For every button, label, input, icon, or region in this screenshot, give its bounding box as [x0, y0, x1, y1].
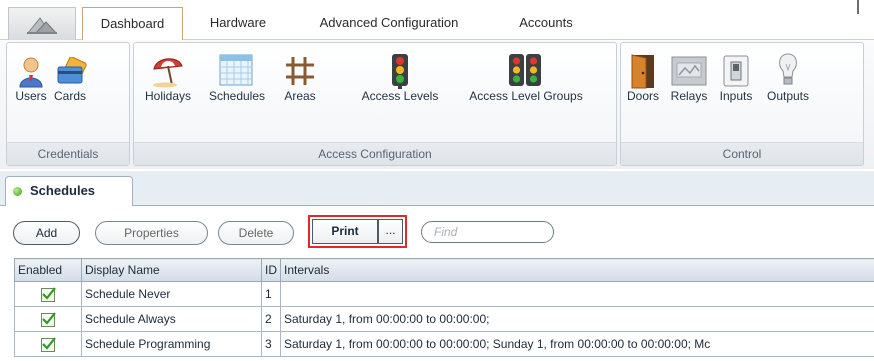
relay-icon [671, 56, 707, 86]
column-header-id[interactable]: ID [261, 258, 281, 282]
enabled-checkbox[interactable] [41, 336, 56, 352]
print-options-button[interactable]: ... [378, 219, 403, 244]
column-header-enabled[interactable]: Enabled [14, 258, 82, 282]
table-row[interactable]: Schedule Always 2 Saturday 1, from 00:00… [14, 306, 874, 332]
outputs-label: Outputs [766, 89, 810, 103]
areas-label: Areas [284, 89, 316, 103]
main-tab-strip: Dashboard Hardware Advanced Configuratio… [0, 0, 874, 41]
door-icon [631, 54, 654, 89]
intervals-cell [280, 281, 874, 307]
tab-hardware[interactable]: Hardware [195, 7, 281, 40]
users-label: Users [15, 89, 47, 103]
enabled-checkbox[interactable] [41, 286, 56, 302]
card-icon [57, 57, 87, 84]
table-row[interactable]: Schedule Programming 3 Saturday 1, from … [14, 331, 874, 357]
find-input[interactable] [421, 221, 554, 243]
properties-button[interactable]: Properties [95, 221, 208, 245]
traffic-lights-group-icon [509, 54, 541, 86]
holidays-label: Holidays [144, 89, 192, 103]
tab-dashboard[interactable]: Dashboard [82, 7, 183, 41]
app-menu-icon [26, 17, 58, 34]
ribbon-group-access-configuration: Holidays Schedules Areas Access Levels A… [133, 42, 617, 166]
light-bulb-icon [779, 53, 797, 85]
holiday-umbrella-icon [153, 58, 183, 88]
grid-area-icon [286, 57, 314, 85]
document-tab-bar: Schedules [0, 171, 874, 206]
id-cell: 2 [261, 306, 281, 332]
schedules-grid: Enabled Display Name ID Intervals Schedu… [14, 258, 874, 357]
table-row[interactable]: Schedule Never 1 [14, 281, 874, 307]
access-level-groups-label: Access Level Groups [469, 89, 583, 103]
enabled-checkbox[interactable] [41, 311, 56, 327]
column-header-intervals[interactable]: Intervals [280, 258, 874, 282]
checkmark-icon [42, 311, 56, 325]
switch-icon [723, 55, 749, 87]
delete-button[interactable]: Delete [218, 221, 294, 245]
grid-header-row: Enabled Display Name ID Intervals [14, 258, 874, 282]
display-name-cell: Schedule Programming [81, 331, 262, 357]
doors-label: Doors [626, 89, 660, 103]
intervals-cell: Saturday 1, from 00:00:00 to 00:00:00; S… [280, 331, 874, 357]
intervals-cell: Saturday 1, from 00:00:00 to 00:00:00; [280, 306, 874, 332]
inputs-label: Inputs [719, 89, 753, 103]
group-caption-credentials: Credentials [7, 142, 129, 165]
tab-advanced-configuration[interactable]: Advanced Configuration [299, 7, 479, 40]
ribbon-group-credentials: Users Cards Credentials [6, 42, 130, 166]
id-cell: 3 [261, 331, 281, 357]
enabled-cell[interactable] [14, 331, 82, 357]
ribbon-group-control: Doors Relays Inputs Outputs Control [620, 42, 864, 166]
access-levels-label: Access Levels [361, 89, 439, 103]
traffic-light-icon [392, 54, 408, 89]
enabled-cell[interactable] [14, 281, 82, 307]
display-name-cell: Schedule Never [81, 281, 262, 307]
active-status-icon [13, 187, 22, 196]
display-name-cell: Schedule Always [81, 306, 262, 332]
tab-accounts[interactable]: Accounts [510, 7, 582, 40]
checkmark-icon [42, 336, 56, 350]
add-button[interactable]: Add [13, 221, 80, 245]
document-tab-schedules[interactable]: Schedules [5, 176, 133, 206]
print-button[interactable]: Print [312, 219, 378, 244]
window-edge-divider [857, 0, 859, 14]
enabled-cell[interactable] [14, 306, 82, 332]
group-caption-control: Control [621, 142, 863, 165]
group-caption-access-configuration: Access Configuration [134, 142, 616, 165]
schedules-label: Schedules [208, 89, 266, 103]
id-cell: 1 [261, 281, 281, 307]
app-menu-button[interactable] [8, 7, 76, 40]
calendar-icon [219, 54, 253, 86]
relays-label: Relays [670, 89, 708, 103]
cards-label: Cards [53, 89, 87, 103]
ribbon: Users Cards Credentials Holidays Schedul… [0, 40, 874, 169]
checkmark-icon [42, 286, 56, 300]
document-tab-label: Schedules [30, 183, 96, 198]
column-header-display-name[interactable]: Display Name [81, 258, 262, 282]
user-icon [19, 57, 43, 88]
